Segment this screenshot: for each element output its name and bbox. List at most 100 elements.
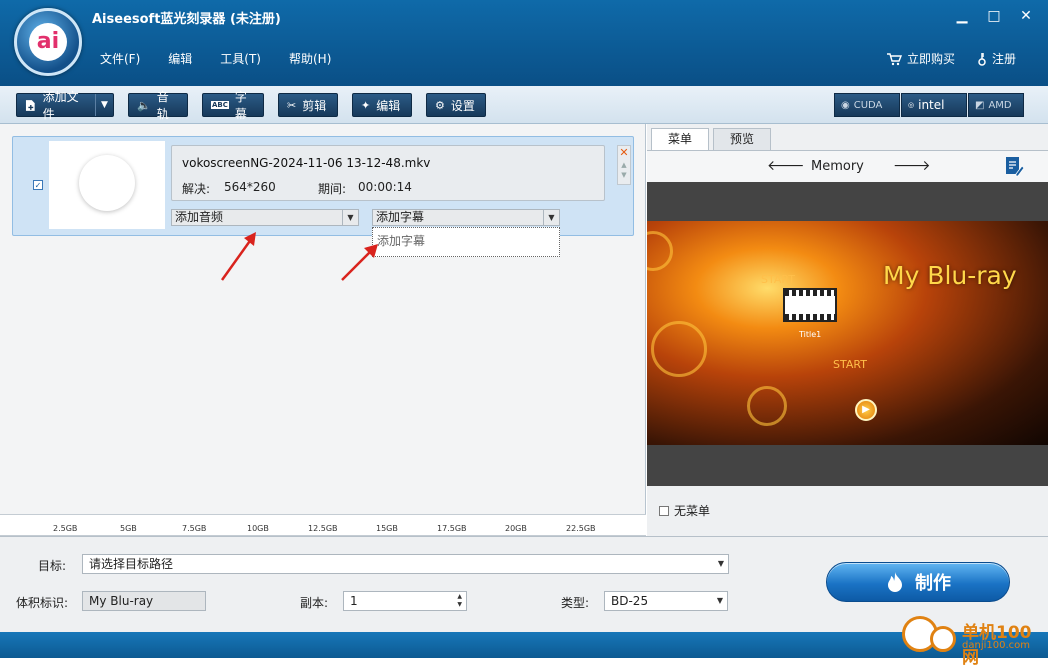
- close-button[interactable]: ✕: [1014, 6, 1038, 26]
- copies-label: 副本:: [300, 596, 329, 610]
- cut-button[interactable]: ✂ 剪辑: [278, 93, 338, 117]
- settings-label: 设置: [450, 98, 475, 113]
- tab-preview[interactable]: 预览: [713, 128, 772, 150]
- make-label: 制作: [915, 573, 951, 594]
- ruler-label: 7.5GB: [182, 524, 207, 533]
- type-value: BD-25: [611, 594, 649, 608]
- chevron-down-icon: ▼: [717, 559, 724, 568]
- menu-template-name: Memory: [811, 159, 864, 174]
- resolution-label: 解决:: [182, 182, 211, 196]
- menu-preview: My Blu-ray START Title1 START ▶: [647, 182, 1048, 486]
- nvidia-icon: ◉: [841, 99, 850, 111]
- start-label: START: [761, 273, 795, 286]
- subtitle-option[interactable]: 添加字幕: [377, 232, 555, 249]
- copies-stepper[interactable]: 1 ▲ ▼: [343, 591, 467, 611]
- chevron-down-icon: ▼: [716, 596, 723, 605]
- cut-label: 剪辑: [302, 98, 327, 113]
- menu-bar: 文件(F) 编辑 工具(T) 帮助(H): [100, 50, 359, 67]
- film-reel-decoration: [647, 231, 673, 271]
- volume-input[interactable]: My Blu-ray: [82, 591, 206, 611]
- annotation-arrow-icon: [220, 232, 256, 281]
- chevron-down-icon: ▼: [543, 210, 559, 225]
- item-controls: ✕ ▲ ▼: [617, 145, 631, 185]
- add-file-button[interactable]: 添加文件 ▼: [16, 90, 114, 121]
- cuda-toggle[interactable]: ◉ CUDA: [834, 93, 900, 117]
- edit-label: 编辑: [376, 98, 401, 113]
- settings-button[interactable]: ⚙ 设置: [426, 93, 486, 117]
- ruler-label: 15GB: [376, 524, 398, 533]
- minimize-button[interactable]: ▁: [950, 6, 974, 26]
- ruler-label: 22.5GB: [566, 524, 596, 533]
- arrow-left-icon[interactable]: 🡐: [767, 157, 805, 174]
- annotation-arrow-icon: [341, 244, 378, 281]
- move-down-icon[interactable]: ▼: [618, 170, 630, 180]
- ruler-label: 2.5GB: [53, 524, 78, 533]
- add-file-dropdown-icon[interactable]: ▼: [95, 94, 113, 116]
- file-item[interactable]: ✓ vokoscreenNG-2024-11-06 13-12-48.mkv 解…: [12, 136, 634, 236]
- no-menu-checkbox[interactable]: [659, 505, 669, 516]
- audio-combo-value: 添加音频: [175, 210, 224, 224]
- arrow-right-icon[interactable]: 🡒: [893, 157, 931, 174]
- menu-help[interactable]: 帮助(H): [289, 50, 331, 67]
- subtitle-combo[interactable]: 添加字幕 ▼: [372, 209, 560, 226]
- resolution-value: 564*260: [224, 180, 276, 194]
- menu-file[interactable]: 文件(F): [100, 50, 140, 67]
- subtitle-combo-value: 添加字幕: [376, 210, 425, 224]
- audio-track-label: 音轨: [156, 90, 169, 121]
- edit-menu-icon[interactable]: [1003, 155, 1025, 177]
- tab-menu[interactable]: 菜单: [651, 128, 710, 150]
- no-menu-option[interactable]: 无菜单: [659, 502, 710, 519]
- buy-link[interactable]: 立即购买: [886, 50, 955, 67]
- audio-track-combo[interactable]: 添加音频 ▼: [171, 209, 359, 226]
- menu-template-nav: 🡐 Memory 🡒: [647, 150, 1048, 182]
- register-link[interactable]: 注册: [977, 50, 1016, 67]
- subtitle-label: 字幕: [234, 90, 247, 121]
- register-label: 注册: [991, 52, 1016, 66]
- film-reel-decoration: [651, 321, 707, 377]
- edit-button[interactable]: ✦ 编辑: [352, 93, 412, 117]
- preview-disc-title: My Blu-ray: [883, 261, 1017, 290]
- title-thumbnail: [783, 288, 837, 322]
- scissors-icon: ✂: [287, 98, 297, 112]
- menu-background-image: My Blu-ray START Title1 START ▶: [647, 221, 1048, 445]
- target-select[interactable]: 请选择目标路径 ▼: [82, 554, 729, 574]
- duration-label: 期间:: [318, 182, 347, 196]
- menu-edit[interactable]: 编辑: [168, 50, 192, 67]
- target-label: 目标:: [38, 559, 67, 573]
- gear-icon: ⚙: [435, 98, 445, 112]
- toolbar: 添加文件 ▼ 🔈 音轨 ABC 字幕 ✂ 剪辑 ✦ 编辑 ⚙ 设置 ◉ CUDA…: [0, 86, 1048, 124]
- capacity-ruler: 2.5GB 5GB 7.5GB 10GB 12.5GB 15GB 17.5GB …: [0, 514, 646, 536]
- speaker-icon: 🔈: [137, 98, 151, 112]
- type-select[interactable]: BD-25 ▼: [604, 591, 728, 611]
- make-button[interactable]: 制作: [826, 562, 1010, 602]
- move-up-icon[interactable]: ▲: [618, 160, 630, 170]
- chevron-down-icon: ▼: [342, 210, 358, 225]
- intel-label: intel: [918, 98, 945, 112]
- intel-toggle[interactable]: ◎ intel: [901, 93, 967, 117]
- audio-track-button[interactable]: 🔈 音轨: [128, 90, 188, 121]
- type-label: 类型:: [561, 596, 590, 610]
- menu-preview-pane: 菜单 预览 🡐 Memory 🡒 My Blu-ray START Title1…: [647, 124, 1048, 536]
- buy-label: 立即购买: [906, 52, 955, 66]
- file-checkbox[interactable]: ✓: [33, 180, 43, 190]
- subtitle-button[interactable]: ABC 字幕: [202, 90, 264, 121]
- subtitle-dropdown-list: 添加字幕: [372, 227, 560, 257]
- remove-item-icon[interactable]: ✕: [618, 146, 630, 160]
- file-info-box: vokoscreenNG-2024-11-06 13-12-48.mkv 解决:…: [171, 145, 605, 201]
- title-bar: ai Aiseesoft蓝光刻录器 (未注册) ▁ □ ✕ 文件(F) 编辑 工…: [0, 0, 1048, 86]
- fire-icon: [888, 572, 902, 592]
- no-menu-label: 无菜单: [674, 504, 711, 518]
- thumbnail-circle: [79, 155, 135, 211]
- amd-toggle[interactable]: ◩ AMD: [968, 93, 1024, 117]
- amd-label: AMD: [988, 99, 1012, 111]
- app-logo: ai: [14, 8, 82, 76]
- play-icon: ▶: [855, 399, 877, 421]
- sparkle-icon: ✦: [361, 98, 371, 112]
- cart-icon: [886, 52, 902, 65]
- maximize-button[interactable]: □: [982, 6, 1006, 26]
- target-value: 请选择目标路径: [89, 557, 174, 571]
- stepper-arrows-icon[interactable]: ▲ ▼: [457, 593, 462, 609]
- menu-tools[interactable]: 工具(T): [220, 50, 261, 67]
- abc-icon: ABC: [211, 101, 229, 109]
- volume-label: 体积标识:: [16, 596, 69, 610]
